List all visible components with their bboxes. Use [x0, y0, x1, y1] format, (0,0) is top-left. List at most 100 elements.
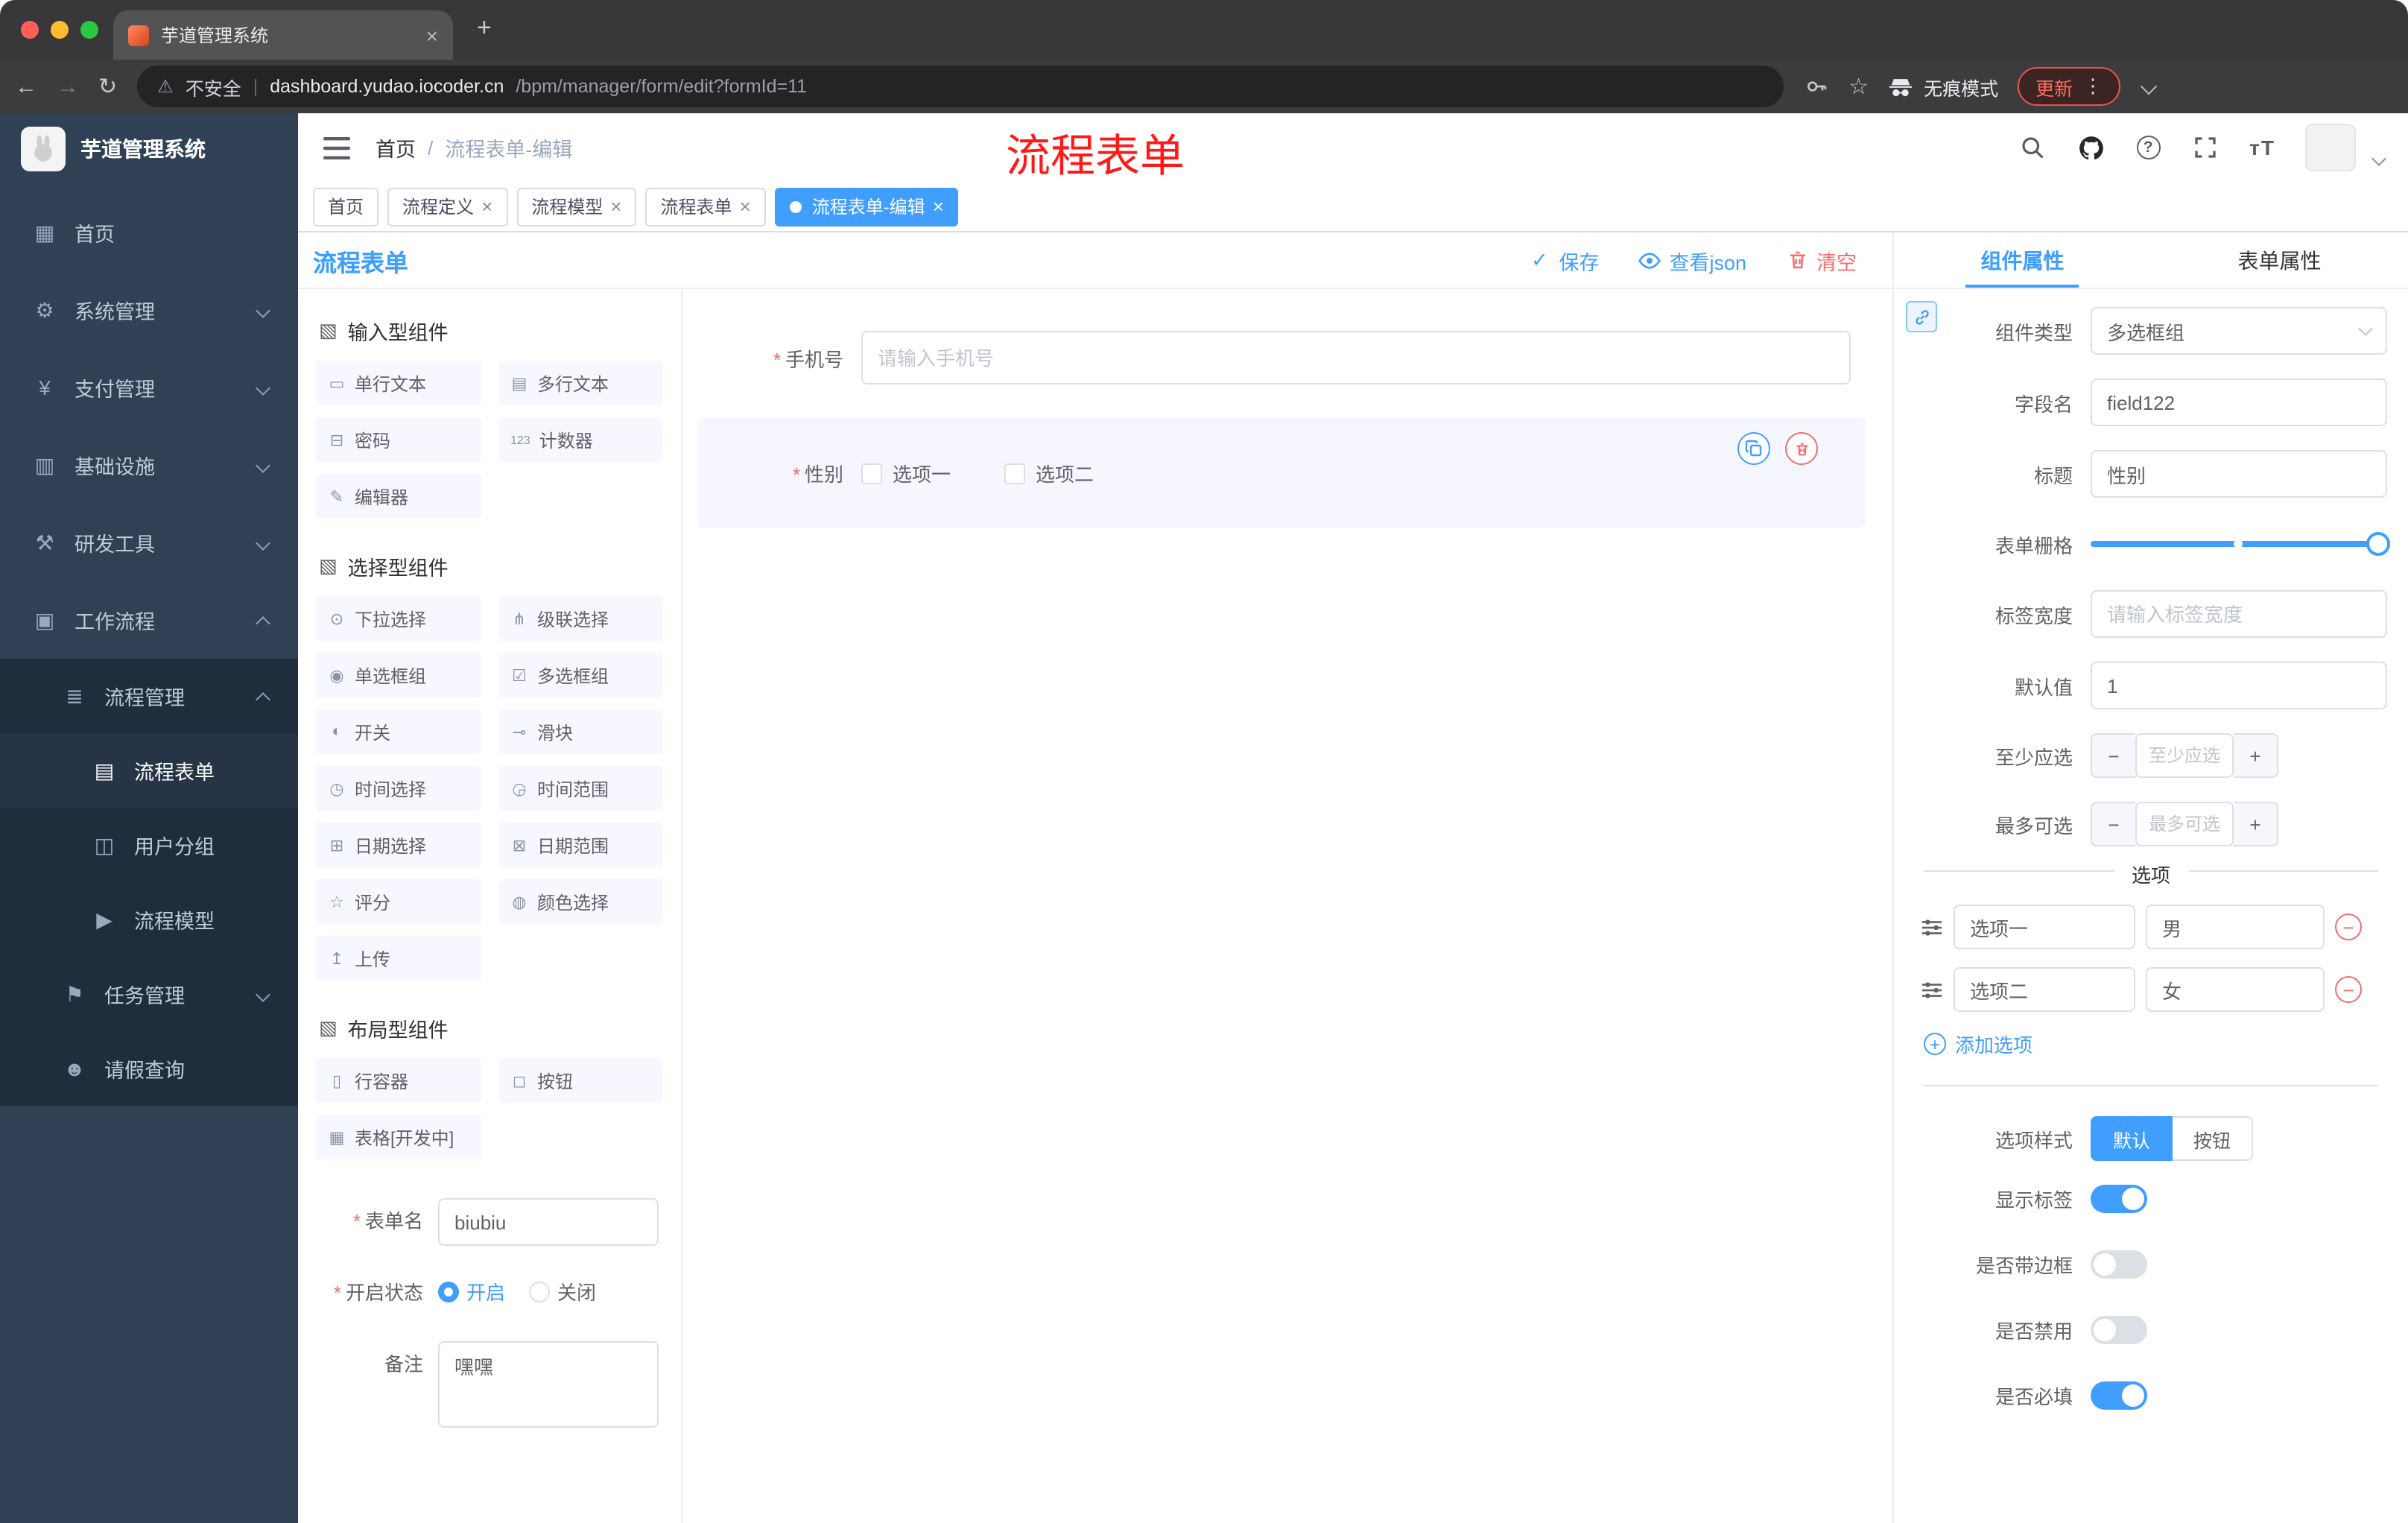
- component-item-switch[interactable]: ◐ 开关: [316, 709, 481, 754]
- component-item-table[interactable]: ▦ 表格[开发中]: [316, 1115, 481, 1159]
- sidebar-item-task-management[interactable]: ⚑ 任务管理: [0, 957, 298, 1031]
- min-select-input[interactable]: [2135, 733, 2234, 778]
- sidebar-item-home[interactable]: ▦ 首页: [0, 194, 298, 271]
- title-input[interactable]: [2091, 450, 2387, 498]
- component-item-upload[interactable]: ↥ 上传: [316, 936, 481, 981]
- remove-option-button[interactable]: −: [2335, 976, 2362, 1003]
- tag-process-model[interactable]: 流程模型 ×: [516, 187, 637, 226]
- delete-widget-button[interactable]: [1785, 432, 1818, 465]
- component-item-radio-group[interactable]: ◉ 单选框组: [316, 653, 481, 697]
- link-icon[interactable]: [1906, 301, 1937, 332]
- component-item-button[interactable]: ◻ 按钮: [498, 1058, 663, 1103]
- back-button[interactable]: ←: [15, 75, 37, 98]
- browser-tab[interactable]: 芋道管理系统 ×: [113, 10, 453, 60]
- disabled-toggle[interactable]: [2091, 1316, 2147, 1344]
- component-item-cascader[interactable]: ⋔ 级联选择: [498, 596, 663, 641]
- component-item-row-container[interactable]: ▯ 行容器: [316, 1058, 481, 1103]
- component-item-time-range[interactable]: ◶ 时间范围: [498, 766, 663, 811]
- window-close-button[interactable]: [21, 21, 39, 39]
- close-icon[interactable]: ×: [740, 197, 751, 216]
- drag-handle-icon[interactable]: [1921, 978, 1943, 1001]
- component-item-checkbox-group[interactable]: ☑ 多选框组: [498, 653, 663, 697]
- sidebar-item-user-group[interactable]: ◫ 用户分组: [0, 808, 298, 882]
- component-item-slider[interactable]: ⊸ 滑块: [498, 709, 663, 754]
- new-tab-button[interactable]: +: [477, 13, 492, 43]
- option-value-input[interactable]: [2146, 967, 2325, 1012]
- tag-home[interactable]: 首页: [313, 187, 379, 226]
- component-item-color-picker[interactable]: ◍ 颜色选择: [498, 879, 663, 924]
- chevron-down-icon[interactable]: [2140, 77, 2158, 95]
- style-button-button[interactable]: 按钮: [2173, 1116, 2254, 1161]
- component-item-date-picker[interactable]: ⊞ 日期选择: [316, 823, 481, 867]
- default-value-input[interactable]: [2091, 662, 2387, 709]
- border-toggle[interactable]: [2091, 1250, 2147, 1279]
- component-item-editor[interactable]: ✎ 编辑器: [316, 474, 481, 519]
- decrement-button[interactable]: −: [2091, 802, 2135, 846]
- add-option-button[interactable]: + 添加选项: [1924, 1030, 2387, 1058]
- form-name-input[interactable]: [438, 1198, 659, 1246]
- sidebar-item-process-form[interactable]: ▤ 流程表单: [0, 733, 298, 808]
- sidebar-item-infrastructure[interactable]: ▥ 基础设施: [0, 426, 298, 504]
- font-size-icon[interactable]: тT: [2249, 136, 2275, 159]
- avatar[interactable]: [2305, 124, 2356, 171]
- option-value-input[interactable]: [2146, 905, 2325, 949]
- label-width-input[interactable]: [2091, 590, 2387, 638]
- tag-process-definition[interactable]: 流程定义 ×: [387, 187, 508, 226]
- option-label-input[interactable]: [1954, 905, 2135, 949]
- close-icon[interactable]: ×: [610, 197, 621, 216]
- radio-off[interactable]: 关闭: [529, 1270, 596, 1317]
- slider-handle[interactable]: [2366, 532, 2390, 556]
- sidebar-item-process-management[interactable]: ≣ 流程管理: [0, 659, 298, 733]
- browser-update-button[interactable]: 更新 ⋮: [2018, 67, 2121, 106]
- phone-field-row[interactable]: 手机号: [697, 331, 1892, 384]
- style-default-button[interactable]: 默认: [2091, 1116, 2173, 1161]
- sidebar-item-leave-query[interactable]: ☻ 请假查询: [0, 1031, 298, 1106]
- component-type-select[interactable]: 多选框组: [2091, 307, 2387, 355]
- component-item-counter[interactable]: 123 计数器: [498, 417, 663, 462]
- password-key-icon[interactable]: [1802, 73, 1829, 100]
- component-item-single-text[interactable]: ▭ 单行文本: [316, 361, 481, 405]
- close-icon[interactable]: ×: [933, 197, 944, 216]
- phone-input[interactable]: [861, 331, 1851, 384]
- copy-widget-button[interactable]: [1737, 432, 1770, 465]
- component-item-rate[interactable]: ☆ 评分: [316, 879, 481, 924]
- save-button[interactable]: ✓ 保存: [1527, 245, 1599, 275]
- tab-form-properties[interactable]: 表单属性: [2151, 232, 2408, 288]
- increment-button[interactable]: +: [2234, 733, 2278, 778]
- option-label-input[interactable]: [1954, 967, 2135, 1012]
- increment-button[interactable]: +: [2234, 802, 2278, 846]
- drag-handle-icon[interactable]: [1921, 916, 1943, 938]
- view-json-button[interactable]: 查看json: [1638, 245, 1746, 275]
- window-minimize-button[interactable]: [51, 21, 69, 39]
- tag-process-form-edit[interactable]: 流程表单-编辑 ×: [774, 187, 959, 226]
- sidebar-item-workflow[interactable]: ▣ 工作流程: [0, 581, 298, 659]
- max-select-input[interactable]: [2135, 802, 2234, 846]
- show-label-toggle[interactable]: [2091, 1185, 2147, 1213]
- field-name-input[interactable]: [2091, 379, 2387, 426]
- bookmark-star-icon[interactable]: ☆: [1848, 75, 1869, 98]
- required-toggle[interactable]: [2091, 1381, 2147, 1410]
- sidebar-item-process-model[interactable]: ▶ 流程模型: [0, 882, 298, 957]
- component-item-password[interactable]: ⊟ 密码: [316, 417, 481, 462]
- sidebar-item-system-management[interactable]: ⚙ 系统管理: [0, 271, 298, 349]
- checkbox-option-one[interactable]: 选项一: [861, 458, 951, 487]
- url-field[interactable]: ⚠ 不安全 | dashboard.yudao.iocoder.cn/bpm/m…: [136, 66, 1784, 107]
- hamburger-icon[interactable]: [322, 133, 352, 162]
- reload-button[interactable]: ↻: [98, 75, 117, 98]
- window-zoom-button[interactable]: [80, 21, 98, 39]
- sidebar-item-dev-tools[interactable]: ⚒ 研发工具: [0, 504, 298, 581]
- tab-component-properties[interactable]: 组件属性: [1894, 232, 2151, 288]
- component-item-date-range[interactable]: ⊠ 日期范围: [498, 823, 663, 867]
- decrement-button[interactable]: −: [2091, 733, 2135, 778]
- sidebar-item-payment-management[interactable]: ¥ 支付管理: [0, 349, 298, 426]
- clear-button[interactable]: 清空: [1785, 245, 1857, 275]
- help-icon[interactable]: ?: [2136, 136, 2161, 159]
- tag-process-form[interactable]: 流程表单 ×: [645, 187, 766, 226]
- search-icon[interactable]: [2017, 133, 2047, 162]
- checkbox-option-two[interactable]: 选项二: [1004, 458, 1094, 487]
- form-grid-slider[interactable]: [2091, 522, 2390, 566]
- close-icon[interactable]: ×: [481, 197, 492, 216]
- github-icon[interactable]: [2076, 133, 2106, 162]
- component-item-time-picker[interactable]: ◷ 时间选择: [316, 766, 481, 811]
- remove-option-button[interactable]: −: [2335, 914, 2362, 940]
